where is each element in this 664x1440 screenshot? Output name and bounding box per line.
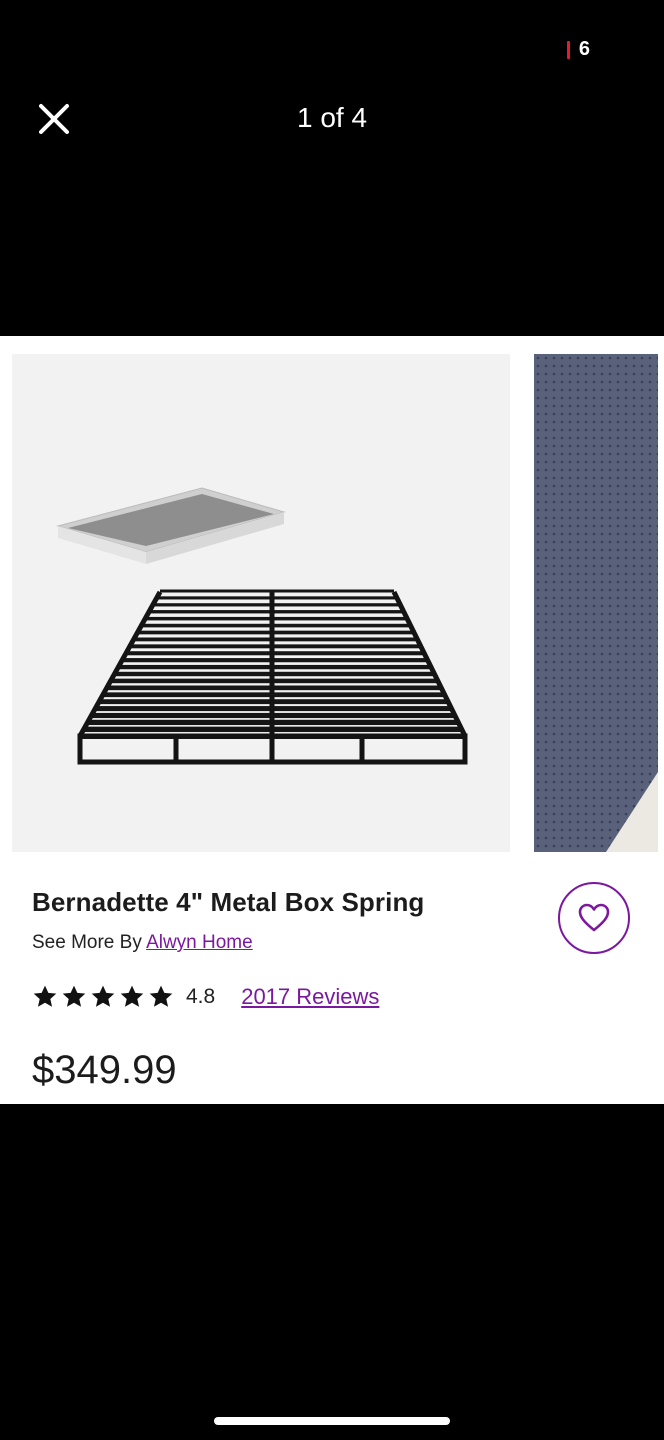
- frame-slat: [144, 616, 408, 621]
- home-indicator[interactable]: [214, 1417, 450, 1425]
- frame-slat: [152, 603, 401, 607]
- product-image-fabric[interactable]: [534, 354, 658, 852]
- star-icon: [91, 985, 115, 1007]
- status-indicator: 6: [566, 38, 590, 61]
- notification-count: 6: [578, 38, 590, 60]
- frame-slat: [137, 630, 415, 635]
- frame-slat: [156, 596, 398, 600]
- star-icon: [33, 985, 57, 1007]
- star-icon: [120, 985, 144, 1007]
- star-icon: [149, 985, 173, 1007]
- rating-row: 4.8 2017 Reviews: [32, 984, 379, 1010]
- reviews-link[interactable]: 2017 Reviews: [241, 984, 379, 1010]
- frame-slat: [160, 589, 394, 593]
- product-image-box-spring[interactable]: [12, 354, 510, 852]
- star-rating: [32, 984, 174, 1010]
- frame-slat: [129, 644, 422, 649]
- star-icon: [62, 985, 86, 1007]
- frame-slat: [133, 637, 418, 642]
- frame-slat: [118, 664, 432, 670]
- frame-slat: [125, 651, 425, 656]
- see-more-label: See More By: [32, 932, 142, 953]
- see-more-by: See More By Alwyn Home: [32, 932, 253, 954]
- recording-indicator: [566, 40, 570, 59]
- product-card: Bernadette 4" Metal Box Spring See More …: [0, 336, 664, 1104]
- rating-value: 4.8: [186, 985, 216, 1008]
- fabric-texture-illustration: [534, 354, 658, 852]
- heart-outline-icon: [578, 903, 610, 932]
- brand-link[interactable]: Alwyn Home: [146, 932, 253, 953]
- product-price: $349.99: [32, 1048, 177, 1092]
- image-counter: 1 of 4: [296, 102, 368, 133]
- favorite-button[interactable]: [558, 882, 630, 954]
- product-title: Bernadette 4" Metal Box Spring: [32, 887, 425, 917]
- frame-slat: [121, 658, 428, 663]
- box-spring-illustration: [56, 487, 468, 765]
- frame-slat: [140, 623, 411, 628]
- frame-slat: [148, 610, 405, 614]
